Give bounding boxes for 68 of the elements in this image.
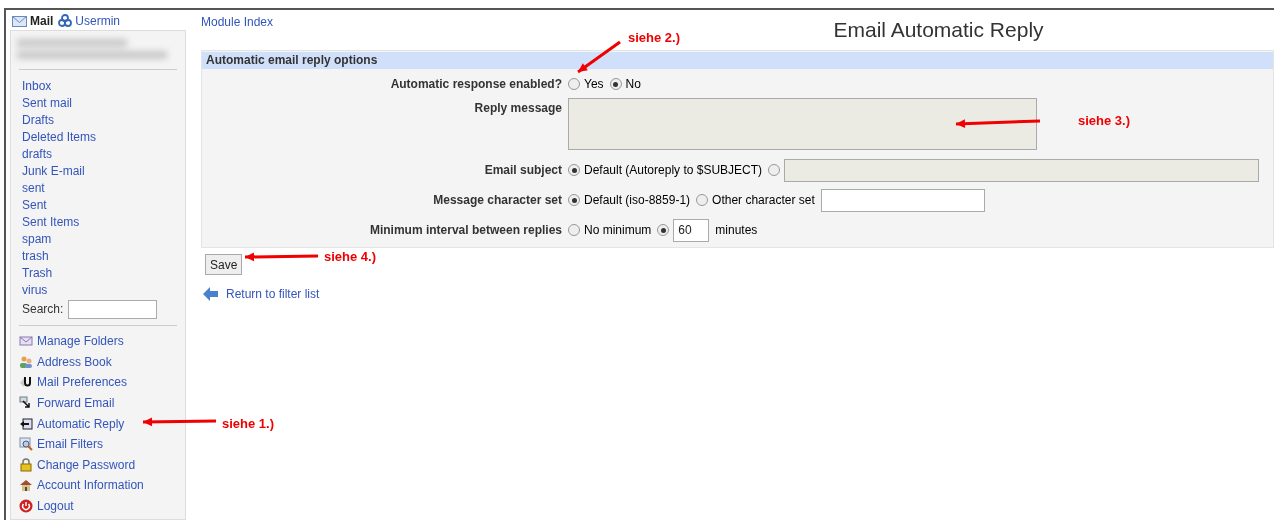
reply-message-field[interactable] [568, 98, 1037, 150]
folder-link[interactable]: virus [22, 282, 48, 299]
option-label: Default (Autoreply to $SUBJECT) [584, 162, 763, 179]
folder-link[interactable]: Sent Items [22, 214, 80, 231]
text-field[interactable] [820, 188, 985, 212]
padlock-icon [19, 457, 33, 472]
radio-button[interactable] [568, 78, 580, 90]
folder-link[interactable]: Drafts [22, 112, 54, 129]
annotation-label: siehe 4.) [324, 248, 377, 266]
power-icon [19, 499, 33, 514]
text-field[interactable]: 60 [673, 218, 710, 242]
folder-link[interactable]: Deleted Items [22, 129, 97, 146]
menu-link[interactable]: Logout [37, 497, 74, 516]
save-button[interactable]: Save [205, 254, 243, 275]
folder-link[interactable]: trash [22, 248, 49, 265]
envelope-icon [19, 334, 33, 349]
house-icon [19, 478, 33, 493]
unit-label: minutes [715, 222, 758, 239]
radio-button[interactable] [609, 78, 622, 90]
folder-link[interactable]: Trash [22, 265, 53, 282]
menu-link[interactable]: Change Password [37, 455, 136, 474]
menu-link[interactable]: Address Book [37, 352, 112, 371]
forward-arrow-icon [19, 396, 33, 411]
radio-button[interactable] [768, 164, 781, 176]
radio-button[interactable] [568, 224, 580, 236]
magnifier-icon [19, 437, 33, 452]
search-field[interactable] [68, 299, 158, 319]
search-label: Search: [22, 301, 64, 318]
folder-link[interactable]: Inbox [22, 78, 52, 95]
cloverleaf-icon [58, 14, 73, 28]
radio-button[interactable] [696, 194, 709, 206]
annotation-label: siehe 1.) [222, 415, 275, 433]
module-index-link[interactable]: Module Index [201, 12, 274, 31]
folder-link[interactable]: Sent [22, 197, 47, 214]
app-title: Mail [30, 13, 54, 30]
field-label: Message character set [433, 192, 562, 209]
menu-link[interactable]: Forward Email [37, 394, 115, 413]
radio-button[interactable] [657, 224, 670, 236]
back-arrow-icon [203, 287, 218, 301]
option-label: No [625, 76, 641, 93]
menu-link[interactable]: Mail Preferences [37, 373, 128, 392]
page-title: Email Automatic Reply [833, 17, 1044, 43]
radio-button[interactable] [568, 194, 580, 206]
folder-link[interactable]: drafts [22, 146, 52, 163]
return-link[interactable]: Return to filter list [226, 285, 320, 303]
annotation-label: siehe 2.) [628, 29, 681, 47]
option-label: Other character set [712, 192, 815, 209]
folder-link[interactable]: Sent mail [22, 95, 73, 112]
radio-button[interactable] [568, 164, 580, 176]
field-label: Minimum interval between replies [369, 222, 562, 239]
annotation-label: siehe 3.) [1078, 112, 1131, 130]
menu-link[interactable]: Account Information [37, 476, 144, 495]
folder-link[interactable]: Junk E-mail [22, 163, 85, 180]
field-label: Reply message [474, 100, 562, 117]
option-label: No minimum [584, 222, 652, 239]
menu-link[interactable]: Automatic Reply [37, 414, 125, 433]
menu-link[interactable]: Email Filters [37, 435, 103, 454]
panel-header: Automatic email reply options [202, 52, 1273, 69]
folder-link[interactable]: sent [22, 180, 45, 197]
menu-link[interactable]: Manage Folders [37, 332, 124, 351]
envelope-icon [12, 15, 27, 27]
field-label: Automatic response enabled? [390, 76, 562, 93]
option-label: Yes [584, 76, 604, 93]
people-icon [19, 354, 33, 369]
field-label: Email subject [484, 162, 562, 179]
option-label: Default (iso-8859-1) [584, 192, 691, 209]
usermin-link[interactable]: Usermin [75, 12, 120, 30]
folder-link[interactable]: spam [22, 231, 52, 248]
